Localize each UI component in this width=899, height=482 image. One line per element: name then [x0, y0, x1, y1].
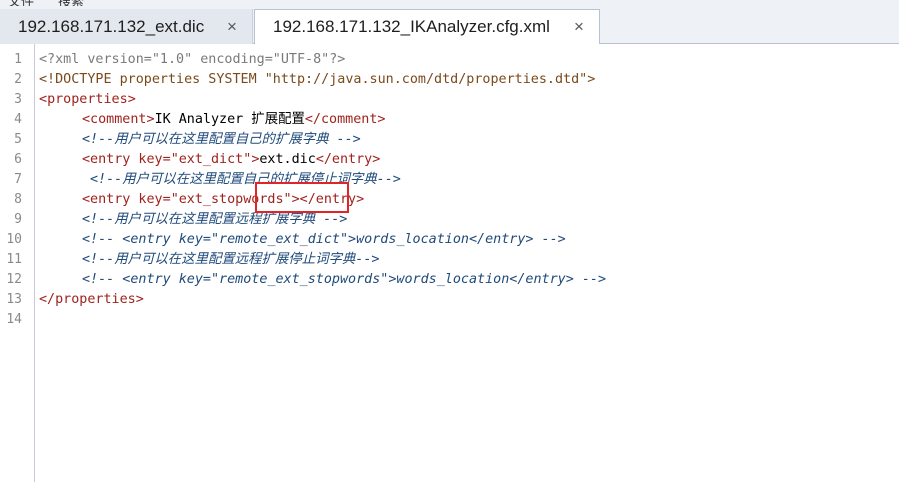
line-number: 4 [14, 112, 22, 127]
properties-close-tag: </properties> [39, 292, 144, 307]
xml-comment: <!-- <entry key="remote_ext_dict">words_… [82, 232, 566, 247]
tab-ext-dic[interactable]: 192.168.171.132_ext.dic × [0, 9, 253, 44]
entry-open-tag: <entry key= [82, 152, 171, 167]
xml-comment: <!--用户可以在这里配置自己的扩展字典 --> [82, 132, 361, 147]
code-content[interactable]: <?xml version="1.0" encoding="UTF-8"?> <… [39, 50, 889, 330]
xml-comment: <!--用户可以在这里配置远程扩展字典 --> [82, 212, 348, 227]
line-number: 1 [14, 52, 22, 67]
line-number: 11 [6, 252, 22, 267]
line-number: 2 [14, 72, 22, 87]
line-number: 14 [6, 312, 22, 327]
xml-comment: <!--用户可以在这里配置自己的扩展停止词字典--> [90, 172, 401, 187]
comment-close-tag: </comment> [304, 112, 386, 127]
tag-bracket: < [39, 92, 48, 107]
line-number: 8 [14, 192, 22, 207]
tab-label: 192.168.171.132_ext.dic [18, 16, 205, 36]
doctype-declaration: <!DOCTYPE properties SYSTEM "http://java… [39, 72, 596, 87]
xml-comment: <!-- <entry key="remote_ext_stopwords">w… [82, 272, 607, 287]
line-number: 7 [14, 172, 22, 187]
close-icon[interactable]: × [569, 17, 589, 37]
code-editor[interactable]: 1 2 3 4 5 6 7 8 9 10 11 12 13 14 <?xml v… [0, 44, 899, 482]
code-line: <!--用户可以在这里配置自己的扩展字典 --> [39, 130, 889, 150]
comment-text: IK Analyzer 扩展配置 [154, 112, 305, 127]
line-number: 3 [14, 92, 22, 107]
comment-open-tag: <comment> [82, 112, 155, 127]
xml-comment: <!--用户可以在这里配置远程扩展停止词字典--> [82, 252, 380, 267]
line-number: 12 [6, 272, 22, 287]
code-line: <!-- <entry key="remote_ext_dict">words_… [39, 230, 889, 250]
code-line: <properties> [39, 90, 889, 110]
tag-name: properties [47, 92, 128, 107]
entry-close-tag: </entry> [315, 152, 381, 167]
code-line: <!DOCTYPE properties SYSTEM "http://java… [39, 70, 889, 90]
code-line: <entry key="ext_stopwords"></entry> [39, 190, 889, 210]
line-number-gutter: 1 2 3 4 5 6 7 8 9 10 11 12 13 14 [0, 44, 35, 482]
line-number: 13 [6, 292, 22, 307]
tag-bracket: > [127, 92, 136, 107]
code-line: <?xml version="1.0" encoding="UTF-8"?> [39, 50, 889, 70]
highlight-annotation-box [255, 182, 349, 213]
entry-open-tag: <entry key= [82, 192, 171, 207]
close-icon[interactable]: × [222, 17, 242, 37]
code-line: <entry key="ext_dict">ext.dic</entry> [39, 150, 889, 170]
code-line: <!--用户可以在这里配置自己的扩展停止词字典--> [39, 170, 889, 190]
xml-declaration: <?xml version="1.0" encoding="UTF-8"?> [39, 52, 346, 67]
attribute-value: "ext_dict" [170, 152, 252, 167]
code-line: </properties> [39, 290, 889, 310]
code-line: <comment>IK Analyzer 扩展配置</comment> [39, 110, 889, 130]
line-number: 9 [14, 212, 22, 227]
code-line: <!--用户可以在这里配置远程扩展字典 --> [39, 210, 889, 230]
code-line: <!-- <entry key="remote_ext_stopwords">w… [39, 270, 889, 290]
tab-label: 192.168.171.132_IKAnalyzer.cfg.xml [273, 17, 550, 36]
line-number: 6 [14, 152, 22, 167]
line-number: 10 [6, 232, 22, 247]
code-line: <!--用户可以在这里配置远程扩展停止词字典--> [39, 250, 889, 270]
line-number: 5 [14, 132, 22, 147]
entry-value: ext.dic [259, 152, 316, 167]
tab-bar: 192.168.171.132_ext.dic × 192.168.171.13… [0, 6, 899, 45]
tab-ikanalyzer-cfg[interactable]: 192.168.171.132_IKAnalyzer.cfg.xml × [254, 9, 600, 45]
